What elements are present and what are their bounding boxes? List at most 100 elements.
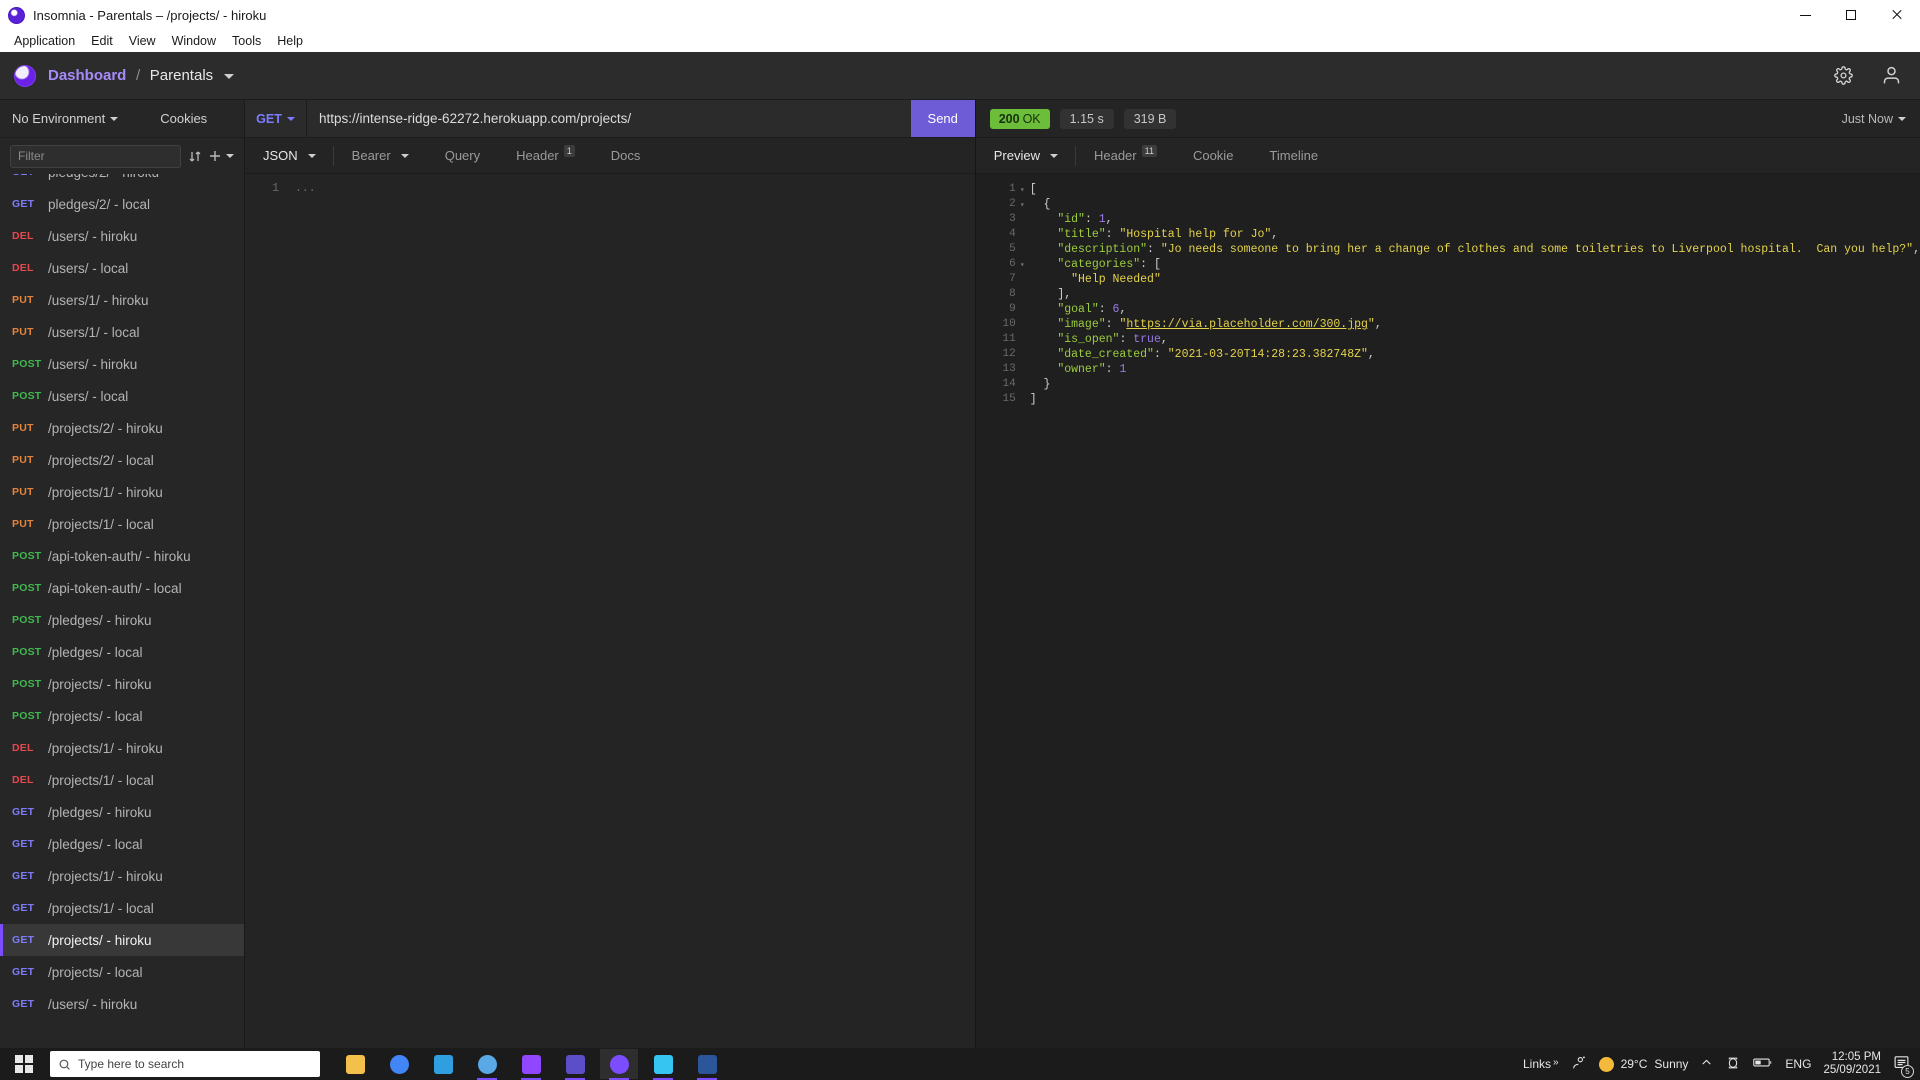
sort-icon[interactable] (189, 150, 201, 163)
request-body-editor[interactable]: 1 ... (245, 174, 975, 1070)
settings-button[interactable] (1828, 61, 1858, 91)
json-token-key: "title" (1029, 228, 1106, 241)
request-list-item[interactable]: GET pledges/2/ - local (0, 188, 244, 220)
language-indicator[interactable]: ENG (1785, 1057, 1811, 1071)
json-token-link[interactable]: https://via.placeholder.com/300.jpg (1126, 318, 1368, 331)
request-list-item[interactable]: PUT/users/1/ - hiroku (0, 284, 244, 316)
request-list-item[interactable]: POST/pledges/ - local (0, 636, 244, 668)
send-button[interactable]: Send (910, 100, 975, 137)
request-tabs[interactable]: JSON Bearer Query Header 1 Docs (245, 138, 975, 174)
taskbar-app-chrome-beta[interactable] (468, 1049, 506, 1080)
fold-arrow-icon[interactable]: ▾ (1020, 198, 1025, 213)
taskbar-app-vscode[interactable] (424, 1049, 462, 1079)
request-list-item[interactable]: GET/users/ - hiroku (0, 988, 244, 1020)
request-list-item[interactable]: PUT/projects/2/ - hiroku (0, 412, 244, 444)
tab-json[interactable]: JSON (245, 138, 334, 174)
request-list-item[interactable]: GET/pledges/ - hiroku (0, 796, 244, 828)
tab-label: Query (444, 148, 481, 163)
taskbar-app-chrome[interactable] (380, 1049, 418, 1079)
cookies-button[interactable]: Cookies (160, 111, 207, 126)
request-list-item[interactable]: POST/pledges/ - hiroku (0, 604, 244, 636)
clock[interactable]: 12:05 PM 25/09/2021 (1823, 1051, 1881, 1077)
request-list-item[interactable]: GET/projects/ - hiroku (0, 924, 244, 956)
request-list-item[interactable]: GET/projects/ - local (0, 956, 244, 988)
request-list-item[interactable]: POST/users/ - hiroku (0, 348, 244, 380)
request-list-item[interactable]: GET/projects/1/ - local (0, 892, 244, 924)
request-list-item[interactable]: POST/projects/ - hiroku (0, 668, 244, 700)
request-list-item[interactable]: DEL/projects/1/ - local (0, 764, 244, 796)
request-name-label: /projects/1/ - hiroku (48, 484, 163, 500)
taskbar-app-insomnia[interactable] (600, 1049, 638, 1080)
start-button[interactable] (0, 1048, 48, 1080)
tab-preview[interactable]: Preview (976, 138, 1077, 174)
response-history-button[interactable]: Just Now (1842, 112, 1906, 126)
weather-widget[interactable]: 29°C Sunny (1598, 1056, 1688, 1072)
onedrive-tray-button[interactable] (1725, 1055, 1741, 1074)
request-list-item[interactable]: PUT/users/1/ - local (0, 316, 244, 348)
request-list-item[interactable]: GET/projects/1/ - hiroku (0, 860, 244, 892)
fold-arrow-icon[interactable]: ▾ (1020, 183, 1025, 198)
json-token-key: "description" (1029, 243, 1148, 256)
taskbar-app-file-explorer[interactable] (336, 1049, 374, 1079)
response-tabs[interactable]: Preview Header 11 Cookie Timeline (975, 138, 1920, 174)
menu-window[interactable]: Window (164, 32, 224, 50)
account-button[interactable] (1876, 61, 1906, 91)
request-list[interactable]: GETpledges/2/ - hirokuGETpledges/2/ - lo… (0, 174, 244, 1070)
request-list-item[interactable]: DEL/users/ - local (0, 252, 244, 284)
breadcrumb-workspace-name[interactable]: Parentals (150, 67, 213, 84)
tab-timeline[interactable]: Timeline (1251, 138, 1336, 174)
json-token-str: "Jo needs someone to bring her a change … (1160, 243, 1914, 256)
menu-view[interactable]: View (121, 32, 164, 50)
method-selector[interactable]: GET (245, 100, 307, 137)
response-json[interactable]: [ { "id": 1, "title": "Hospital help for… (1020, 182, 1920, 1070)
taskbar-app-word[interactable] (688, 1049, 726, 1080)
user-account-icon (1883, 66, 1899, 84)
menu-tools[interactable]: Tools (224, 32, 269, 50)
tab-cookie[interactable]: Cookie (1175, 138, 1251, 174)
minimize-button[interactable] (1782, 0, 1828, 30)
chrome-beta-icon (477, 1054, 497, 1074)
request-list-item[interactable]: POST/projects/ - local (0, 700, 244, 732)
add-request-button[interactable] (209, 150, 234, 162)
request-list-item[interactable]: POST/api-token-auth/ - local (0, 572, 244, 604)
close-button[interactable] (1874, 0, 1920, 30)
request-list-item[interactable]: POST/api-token-auth/ - hiroku (0, 540, 244, 572)
request-list-item[interactable]: PUT/projects/1/ - local (0, 508, 244, 540)
tab-query[interactable]: Query (427, 138, 498, 174)
request-list-item[interactable]: PUT/projects/1/ - hiroku (0, 476, 244, 508)
url-input[interactable] (307, 100, 911, 137)
menu-help[interactable]: Help (269, 32, 311, 50)
request-list-item[interactable]: GETpledges/2/ - hiroku (0, 174, 244, 188)
request-list-item[interactable]: GET/pledges/ - local (0, 828, 244, 860)
links-toolbar[interactable]: Links » (1523, 1057, 1559, 1071)
battery-tray-button[interactable] (1753, 1056, 1773, 1072)
taskbar-search[interactable]: Type here to search (50, 1051, 320, 1077)
taskbar-app-slack[interactable] (644, 1049, 682, 1080)
taskbar-app-github-desktop[interactable] (556, 1049, 594, 1080)
fold-arrow-icon[interactable]: ▾ (1020, 258, 1025, 273)
clock-date: 25/09/2021 (1823, 1064, 1881, 1076)
tab-header[interactable]: Header 11 (1076, 138, 1175, 174)
request-list-item[interactable]: POST/users/ - local (0, 380, 244, 412)
breadcrumb-dashboard-link[interactable]: Dashboard (48, 67, 126, 84)
chevron-down-icon[interactable] (110, 116, 119, 121)
editor-content[interactable]: ... (279, 174, 975, 1070)
tray-expand-button[interactable] (1700, 1056, 1713, 1072)
menu-application[interactable]: Application (6, 32, 83, 50)
request-list-item[interactable]: DEL/projects/1/ - hiroku (0, 732, 244, 764)
tab-docs[interactable]: Docs (593, 138, 659, 174)
maximize-button[interactable] (1828, 0, 1874, 30)
request-list-item[interactable]: PUT/projects/2/ - local (0, 444, 244, 476)
notification-center-button[interactable]: 5 (1893, 1054, 1914, 1078)
taskbar-apps[interactable] (336, 1049, 726, 1080)
search-input[interactable] (10, 144, 181, 168)
menu-edit[interactable]: Edit (83, 32, 121, 50)
tab-header[interactable]: Header 1 (498, 138, 593, 174)
chevron-down-icon[interactable] (223, 74, 234, 80)
response-body[interactable]: 1 ▾ 2 ▾ 3 4 5 6 ▾ 7 8 9 10 11 12 13 14 15 [ { "id": 1, "t… (975, 174, 1920, 1070)
environment-selector[interactable]: No Environment (12, 111, 105, 126)
people-button[interactable] (1571, 1055, 1587, 1074)
taskbar-app-twitch[interactable] (512, 1049, 550, 1080)
request-list-item[interactable]: DEL/users/ - hiroku (0, 220, 244, 252)
tab-bearer[interactable]: Bearer (334, 138, 427, 174)
